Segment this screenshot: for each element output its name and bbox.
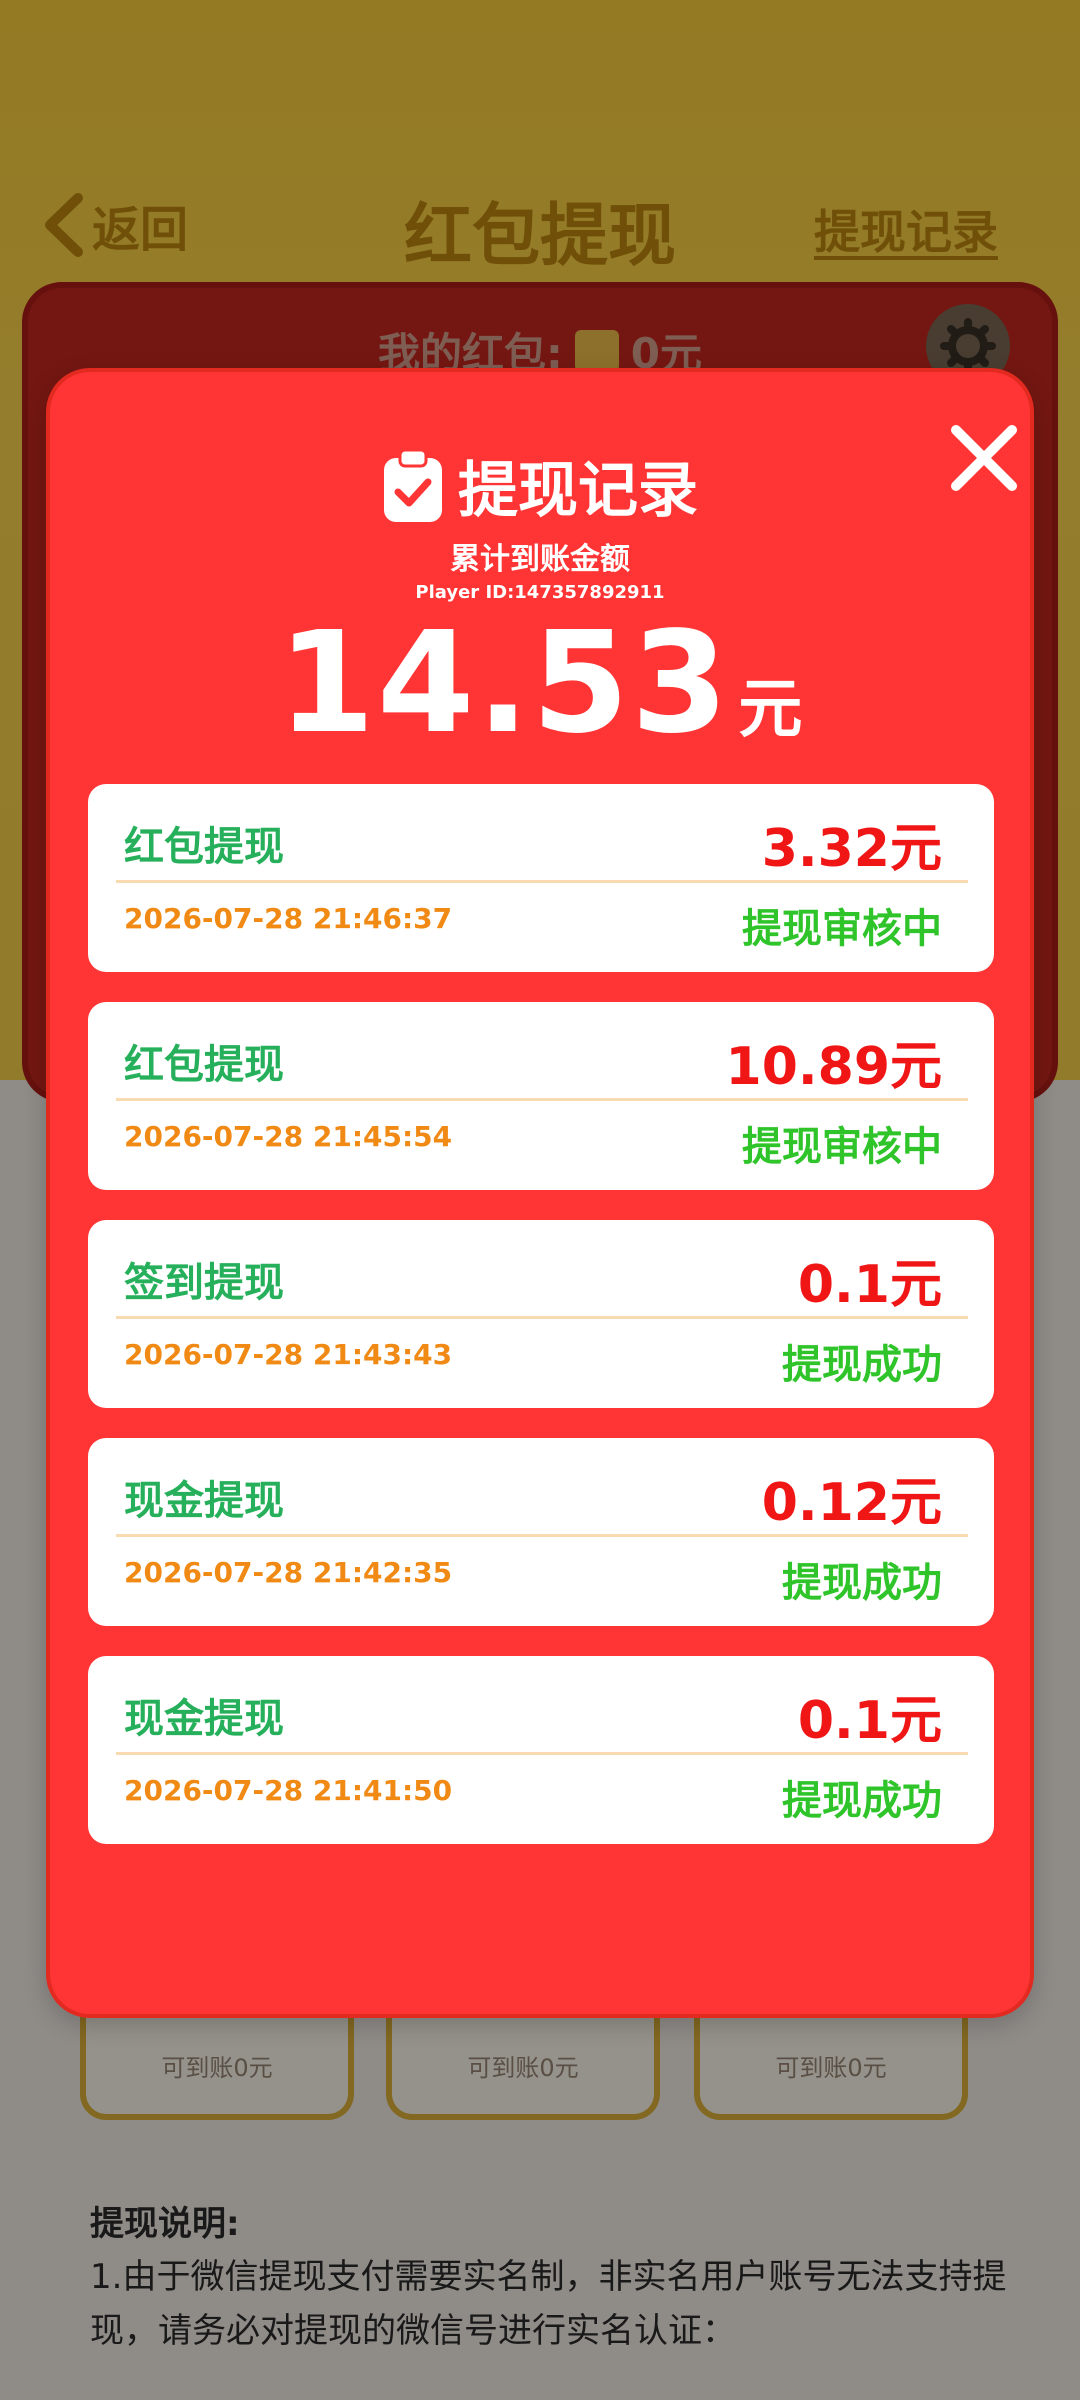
record-type: 红包提现 bbox=[124, 824, 284, 870]
record-item: 红包提现 3.32元 2026-07-28 21:46:37 提现审核中 bbox=[88, 784, 994, 972]
total-amount-unit: 元 bbox=[738, 673, 803, 747]
record-amount: 0.1元 bbox=[797, 1691, 942, 1751]
record-item: 现金提现 0.1元 2026-07-28 21:41:50 提现成功 bbox=[88, 1656, 994, 1844]
record-status: 提现成功 bbox=[782, 1342, 942, 1388]
record-divider bbox=[116, 1316, 968, 1319]
record-status: 提现成功 bbox=[782, 1560, 942, 1606]
record-status: 提现审核中 bbox=[742, 906, 942, 952]
clipboard-check-icon bbox=[384, 448, 442, 522]
record-type: 红包提现 bbox=[124, 1042, 284, 1088]
record-amount: 10.89元 bbox=[725, 1037, 942, 1097]
record-time: 2026-07-28 21:41:50 bbox=[124, 1774, 453, 1807]
record-time: 2026-07-28 21:45:54 bbox=[124, 1120, 453, 1153]
record-item: 签到提现 0.1元 2026-07-28 21:43:43 提现成功 bbox=[88, 1220, 994, 1408]
record-type: 签到提现 bbox=[124, 1260, 284, 1306]
record-divider bbox=[116, 1098, 968, 1101]
total-amount-label: 累计到账金额 bbox=[450, 542, 630, 577]
withdraw-record-modal: 提现记录 累计到账金额 Player ID:147357892911 14.53… bbox=[46, 368, 1034, 2018]
total-amount-value: 14.53 bbox=[277, 602, 731, 765]
record-status: 提现审核中 bbox=[742, 1124, 942, 1170]
record-item: 红包提现 10.89元 2026-07-28 21:45:54 提现审核中 bbox=[88, 1002, 994, 1190]
record-amount: 0.12元 bbox=[761, 1473, 942, 1533]
record-time: 2026-07-28 21:42:35 bbox=[124, 1556, 453, 1589]
record-divider bbox=[116, 1752, 968, 1755]
record-status: 提现成功 bbox=[782, 1778, 942, 1824]
modal-title: 提现记录 bbox=[458, 456, 698, 526]
modal-header: 提现记录 bbox=[50, 442, 1030, 529]
total-amount: 14.53 元 bbox=[50, 602, 1030, 765]
record-amount: 0.1元 bbox=[797, 1255, 942, 1315]
record-amount: 3.32元 bbox=[761, 819, 942, 879]
record-divider bbox=[116, 1534, 968, 1537]
record-time: 2026-07-28 21:43:43 bbox=[124, 1338, 453, 1371]
app-root: 返回 红包提现 提现记录 我的红包: 0元 可到账0元 可到账0元 可到账0元 … bbox=[0, 0, 1080, 2400]
record-list: 红包提现 3.32元 2026-07-28 21:46:37 提现审核中 红包提… bbox=[88, 784, 994, 1874]
record-divider bbox=[116, 880, 968, 883]
record-time: 2026-07-28 21:46:37 bbox=[124, 902, 453, 935]
record-item: 现金提现 0.12元 2026-07-28 21:42:35 提现成功 bbox=[88, 1438, 994, 1626]
record-type: 现金提现 bbox=[124, 1696, 284, 1742]
record-type: 现金提现 bbox=[124, 1478, 284, 1524]
player-id: Player ID:147357892911 bbox=[415, 582, 665, 603]
